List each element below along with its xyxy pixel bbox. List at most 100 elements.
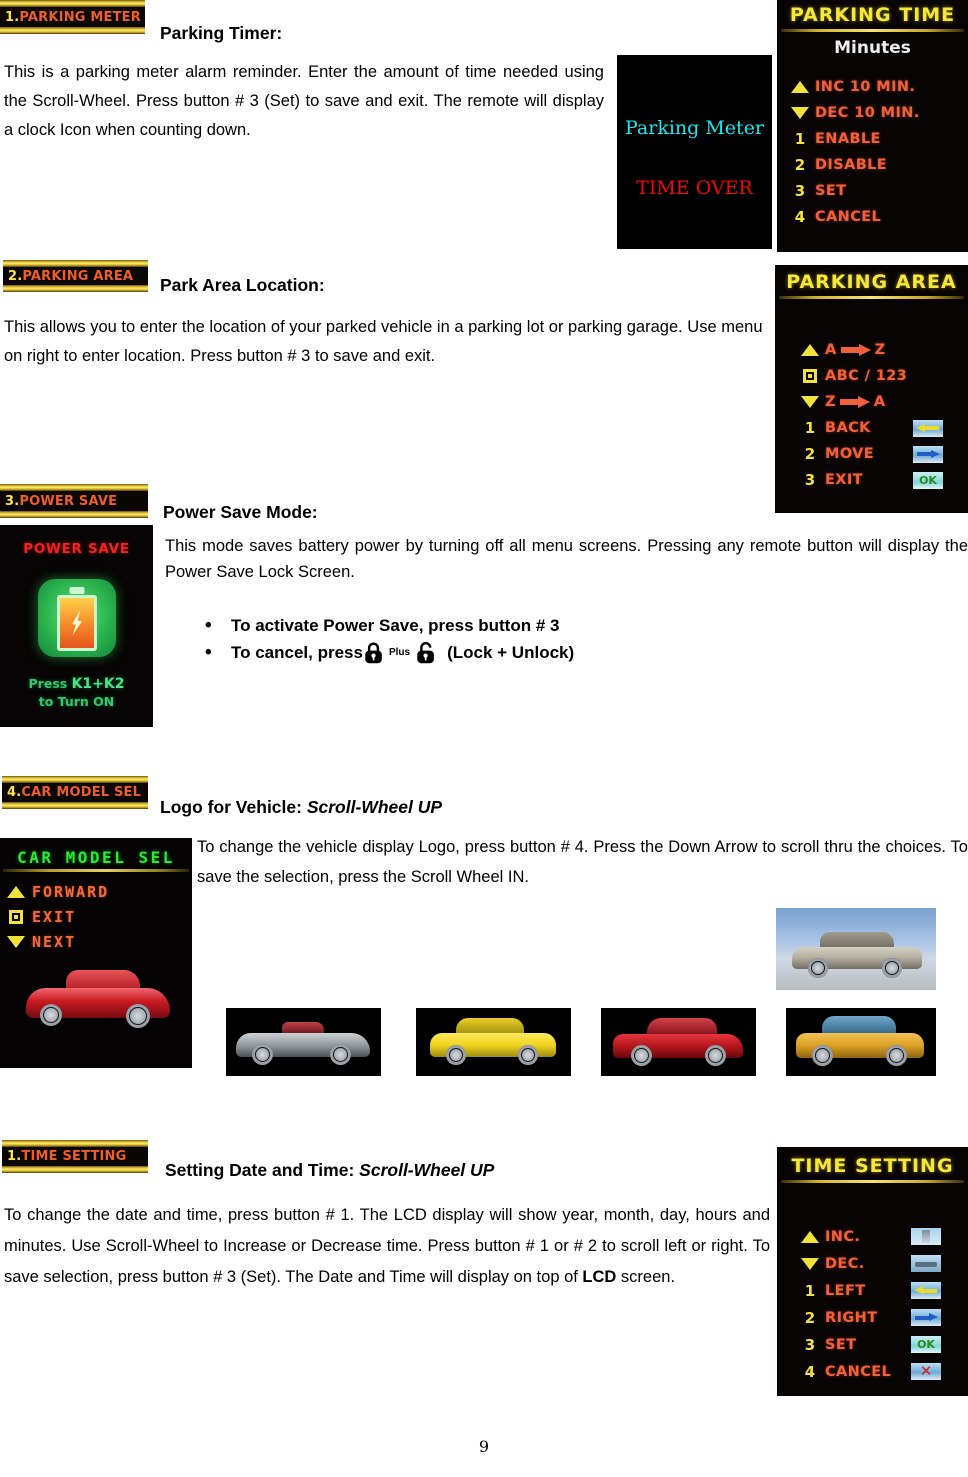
- lcd-title: PARKING TIME: [789, 4, 956, 26]
- menu-row[interactable]: 2 RIGHT: [795, 1304, 968, 1331]
- menu-row[interactable]: 3 SET: [785, 178, 968, 204]
- menu-row[interactable]: FORWARD: [0, 879, 192, 904]
- menu-row[interactable]: INC 10 MIN.: [785, 74, 968, 100]
- menu-row[interactable]: NEXT: [0, 929, 192, 954]
- heading-power-save-mode: Power Save Mode:: [163, 502, 318, 523]
- lightning-bolt-icon: [69, 609, 83, 636]
- menu-row-label: DISABLE: [815, 157, 888, 173]
- chip-ok-icon: OK: [911, 1336, 941, 1353]
- menu-row[interactable]: ZA: [795, 389, 968, 415]
- menu-row[interactable]: DEC.: [795, 1250, 968, 1277]
- menu-row[interactable]: 1 ENABLE: [785, 126, 968, 152]
- menu-row[interactable]: 2 DISABLE: [785, 152, 968, 178]
- gold-sedan-photo: [786, 1008, 936, 1076]
- car-wheel: [812, 1045, 833, 1066]
- key-number: 3: [804, 471, 816, 489]
- banner-text: 4.CAR MODEL SEL: [7, 786, 141, 799]
- heading-park-area-location: Park Area Location:: [160, 275, 325, 296]
- menu-row-label: INC 10 MIN.: [815, 79, 916, 95]
- menu-row[interactable]: 1 BACK: [795, 415, 968, 441]
- heading-label: Setting Date and Time:: [165, 1160, 355, 1180]
- banner-gradient-top: [0, 0, 145, 7]
- footer-keys-label: K1+K2: [71, 676, 125, 692]
- menu-row[interactable]: AZ: [795, 337, 968, 363]
- key-icon-up: [785, 81, 815, 93]
- menu-row-label: DEC 10 MIN.: [815, 105, 920, 121]
- key-number: 2: [804, 1308, 816, 1327]
- banner-gradient-bottom: [3, 285, 148, 292]
- heading-italic-label: Scroll-Wheel UP: [359, 1160, 495, 1180]
- key-icon-down: [785, 107, 815, 119]
- car-wheel: [631, 1045, 652, 1066]
- menu-row-label: DEC.: [825, 1255, 865, 1272]
- menu-row-label: SET: [815, 183, 847, 199]
- menu-row[interactable]: ABC / 123: [795, 363, 968, 389]
- right-arrow-icon: [840, 344, 871, 356]
- bullet-text: To activate Power Save, press button # 3: [231, 616, 560, 635]
- silver-sedan-photo: [776, 908, 936, 990]
- page-number: 9: [478, 1437, 490, 1456]
- menu-row-label: ENABLE: [815, 131, 881, 147]
- key-number: 2: [804, 445, 816, 463]
- menu-row[interactable]: EXIT: [0, 904, 192, 929]
- paragraph-text-post: screen.: [616, 1268, 676, 1286]
- menu-row-label: EXIT: [825, 472, 863, 488]
- lcd-parking-area: PARKING AREA AZ ABC / 123 ZA 1 BACK 2 MO…: [775, 265, 968, 513]
- banner-gradient-bottom: [2, 802, 148, 809]
- lcd-parking-time: PARKING TIME Minutes INC 10 MIN. DEC 10 …: [777, 0, 968, 252]
- menu-row[interactable]: 4 CANCEL: [785, 204, 968, 230]
- lcd-title: CAR MODEL SEL: [17, 848, 175, 867]
- key-icon-up: [795, 344, 825, 356]
- banner-number: 4.: [7, 785, 22, 800]
- key-icon-square: [795, 369, 825, 383]
- paragraph-parking-timer: This is a parking meter alarm reminder. …: [4, 63, 604, 139]
- key-number: 3: [794, 182, 806, 200]
- banner-gradient-bottom: [0, 511, 148, 518]
- banner-car-model-sel: 4.CAR MODEL SEL: [2, 776, 148, 809]
- menu-row-label-right: A: [873, 394, 886, 410]
- menu-row-label: NEXT: [32, 932, 77, 951]
- lcd-divider: [779, 296, 964, 299]
- bullet-icon: •: [205, 642, 212, 663]
- key-icon-up: [795, 1230, 825, 1243]
- menu-row-label: CANCEL: [815, 209, 882, 225]
- menu-row[interactable]: INC.: [795, 1223, 968, 1250]
- key-icon-down: [795, 396, 825, 408]
- menu-row-label: CANCEL: [825, 1363, 892, 1380]
- heading-parking-timer: Parking Timer:: [160, 23, 282, 44]
- menu-row[interactable]: 2 MOVE: [795, 441, 968, 467]
- car-wheel: [808, 958, 828, 978]
- key-number: 1: [794, 130, 806, 148]
- lcd-divider: [781, 1180, 964, 1183]
- menu-row-label-right: Z: [874, 342, 886, 358]
- lcd-title: TIME SETTING: [791, 1155, 954, 1177]
- power-save-footer-line-2: to Turn ON: [38, 694, 115, 709]
- banner-name: POWER SAVE: [19, 493, 118, 509]
- heading-label: Power Save Mode:: [163, 502, 318, 522]
- menu-row[interactable]: 4 CANCEL ✕: [795, 1358, 968, 1385]
- menu-row-label: EXIT: [32, 907, 77, 926]
- paragraph-park-area-location: This allows you to enter the location of…: [4, 318, 763, 365]
- menu-row[interactable]: 1 LEFT: [795, 1277, 968, 1304]
- right-arrow-icon: [839, 396, 870, 408]
- car-wheel: [705, 1045, 726, 1066]
- car-wheel: [886, 1045, 907, 1066]
- banner-gradient-top: [2, 1140, 148, 1147]
- banner-parking-meter: 1.PARKING METER: [0, 0, 145, 34]
- banner-gradient-top: [3, 260, 148, 267]
- menu-row[interactable]: DEC 10 MIN.: [785, 100, 968, 126]
- menu-row[interactable]: 3 SET OK: [795, 1331, 968, 1358]
- power-save-title: POWER SAVE: [23, 541, 130, 557]
- preview-line-1: Parking Meter: [624, 117, 765, 139]
- key-number: 3: [804, 1335, 816, 1354]
- menu-row[interactable]: 3 EXIT OK: [795, 467, 968, 493]
- yellow-sedan-photo: [416, 1008, 571, 1076]
- chip-cancel-x-icon: ✕: [911, 1363, 941, 1380]
- banner-gradient-top: [0, 484, 148, 491]
- bullet-icon: •: [205, 615, 212, 636]
- banner-gradient-bottom: [0, 27, 145, 34]
- parking-meter-preview-screen: Parking Meter TIME OVER: [617, 55, 772, 249]
- banner-parking-area: 2.PARKING AREA: [3, 260, 148, 292]
- lcd-subtitle: Minutes: [834, 38, 911, 58]
- power-save-bullet-list: • To activate Power Save, press button #…: [205, 612, 574, 666]
